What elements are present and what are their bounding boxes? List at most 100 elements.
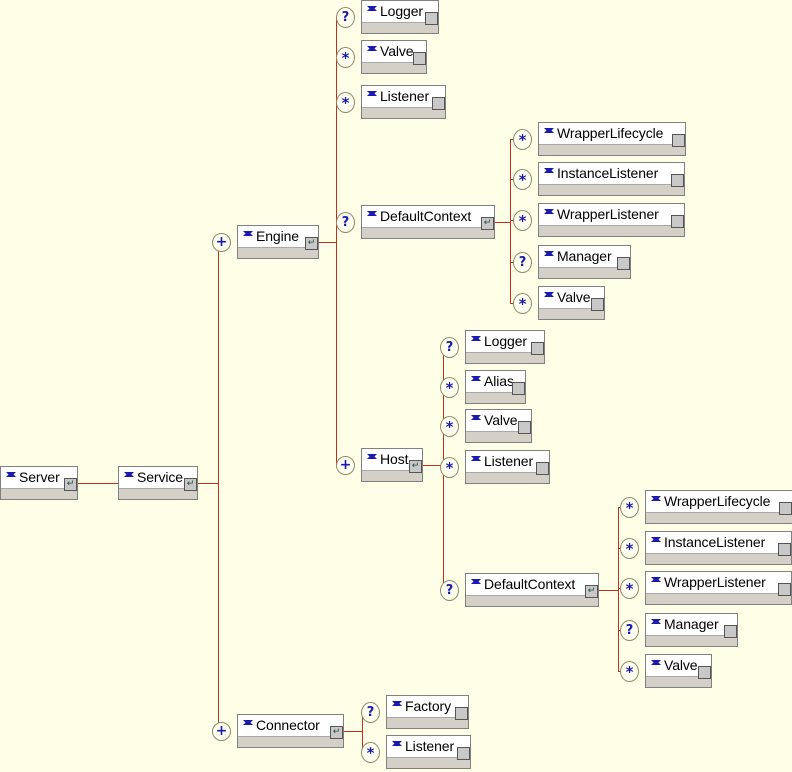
element-node-dc2-valve[interactable]: Valve (645, 654, 712, 688)
attributes-marker-icon (455, 707, 468, 720)
element-diamond-icon (392, 700, 402, 711)
expand-node-button-connector[interactable]: + (212, 722, 231, 741)
node-header: WrapperListener (539, 204, 684, 225)
element-node-host-logger[interactable]: Logger (465, 330, 545, 364)
attributes-marker-icon (518, 421, 531, 434)
element-node-dc2-manager[interactable]: Manager (645, 613, 738, 647)
element-name-label: Valve (664, 657, 698, 673)
connector-line (336, 242, 337, 465)
sequence-marker-icon: ↵ (64, 478, 77, 491)
element-node-engine[interactable]: Engine ↵ (237, 225, 319, 259)
expand-node-button-host[interactable]: + (336, 456, 355, 475)
element-name-label: Valve (484, 412, 518, 428)
element-node-host-valve[interactable]: Valve (465, 409, 532, 443)
element-diamond-icon (367, 210, 377, 221)
element-name-label: Logger (484, 333, 527, 349)
repeat-indicator-icon: * (513, 129, 532, 150)
element-name-label: WrapperListener (664, 574, 766, 590)
element-name-label: WrapperLifecycle (557, 125, 664, 141)
node-header: Connector (238, 715, 343, 736)
connector-line (344, 731, 362, 732)
element-name-label: WrapperLifecycle (664, 493, 771, 509)
sequence-marker-icon: ↵ (330, 726, 343, 739)
element-name-label: Listener (484, 453, 534, 469)
node-header: WrapperLifecycle (646, 491, 792, 512)
element-name-label: Manager (664, 616, 719, 632)
element-diamond-icon (544, 167, 554, 178)
repeat-indicator-icon: * (513, 293, 532, 314)
element-name-label: Listener (405, 738, 455, 754)
element-node-host-defctx[interactable]: DefaultContext ↵ (465, 573, 599, 607)
node-footer (238, 736, 343, 747)
element-node-conn-factory[interactable]: Factory (386, 695, 469, 729)
element-diamond-icon (544, 291, 554, 302)
optional-indicator-icon: ? (361, 702, 380, 723)
element-diamond-icon (367, 5, 377, 16)
attributes-marker-icon (724, 625, 737, 638)
element-diamond-icon (392, 740, 402, 751)
element-diamond-icon (651, 618, 661, 629)
connector-line (618, 507, 619, 671)
element-node-eng-valve[interactable]: Valve (361, 40, 427, 74)
node-header: WrapperLifecycle (539, 123, 685, 144)
repeat-indicator-icon: * (620, 578, 639, 599)
element-node-dc1-wrplistener[interactable]: WrapperListener (538, 203, 685, 237)
connector-line (599, 590, 618, 591)
element-node-server[interactable]: Server ↵ (0, 466, 78, 500)
repeat-indicator-icon: * (513, 169, 532, 190)
element-node-dc1-manager[interactable]: Manager (538, 245, 631, 279)
optional-indicator-icon: ? (513, 252, 532, 273)
element-diamond-icon (651, 495, 661, 506)
element-diamond-icon (544, 208, 554, 219)
element-diamond-icon (471, 375, 481, 386)
element-node-service[interactable]: Service ↵ (118, 466, 198, 500)
element-node-conn-listener[interactable]: Listener (386, 735, 471, 769)
element-node-host[interactable]: Host ↵ (361, 448, 423, 482)
node-footer (646, 593, 791, 604)
element-diamond-icon (243, 719, 253, 730)
element-diamond-icon (367, 90, 377, 101)
attributes-marker-icon (591, 298, 604, 311)
attributes-marker-icon (531, 342, 544, 355)
repeat-indicator-icon: * (620, 497, 639, 518)
attributes-marker-icon (617, 257, 630, 270)
node-header: InstanceListener (646, 532, 791, 553)
element-node-dc2-wrplistener[interactable]: WrapperListener (645, 571, 792, 605)
optional-indicator-icon: ? (440, 580, 459, 601)
repeat-indicator-icon: * (620, 661, 639, 682)
element-node-eng-logger[interactable]: Logger (361, 0, 439, 34)
element-diamond-icon (124, 471, 134, 482)
element-name-label: Alias (484, 373, 514, 389)
node-footer (539, 144, 685, 155)
element-node-dc1-wrplifecycle[interactable]: WrapperLifecycle (538, 122, 686, 156)
node-footer (539, 225, 684, 236)
attributes-marker-icon (432, 97, 445, 110)
sequence-marker-icon: ↵ (305, 237, 318, 250)
repeat-indicator-icon: * (440, 416, 459, 437)
element-node-dc2-instlistener[interactable]: InstanceListener (645, 531, 792, 565)
element-diamond-icon (651, 659, 661, 670)
optional-indicator-icon: ? (620, 620, 639, 641)
sequence-marker-icon: ↵ (409, 460, 422, 473)
repeat-indicator-icon: * (336, 47, 355, 68)
element-node-connector[interactable]: Connector ↵ (237, 714, 344, 748)
sequence-marker-icon: ↵ (585, 585, 598, 598)
element-node-dc1-instlistener[interactable]: InstanceListener (538, 162, 685, 196)
repeat-indicator-icon: * (440, 457, 459, 478)
schema-diagram-canvas: Server ↵ Service ↵ Engine ↵ + Logger? Valve * List… (0, 0, 792, 772)
element-node-host-listener[interactable]: Listener (465, 450, 550, 484)
element-node-dc1-valve[interactable]: Valve (538, 286, 605, 320)
element-diamond-icon (471, 414, 481, 425)
element-node-host-alias[interactable]: Alias (465, 370, 526, 404)
element-name-label: Engine (256, 228, 299, 244)
attributes-marker-icon (778, 543, 791, 556)
element-node-eng-defctx[interactable]: DefaultContext ↵ (361, 205, 495, 239)
attributes-marker-icon (671, 215, 684, 228)
element-name-label: DefaultContext (484, 576, 576, 592)
element-node-dc2-wrplifecycle[interactable]: WrapperLifecycle (645, 490, 792, 524)
element-node-eng-listener[interactable]: Listener (361, 85, 446, 119)
attributes-marker-icon (457, 747, 470, 760)
expand-node-button-engine[interactable]: + (212, 233, 231, 252)
attributes-marker-icon (536, 462, 549, 475)
element-diamond-icon (471, 578, 481, 589)
